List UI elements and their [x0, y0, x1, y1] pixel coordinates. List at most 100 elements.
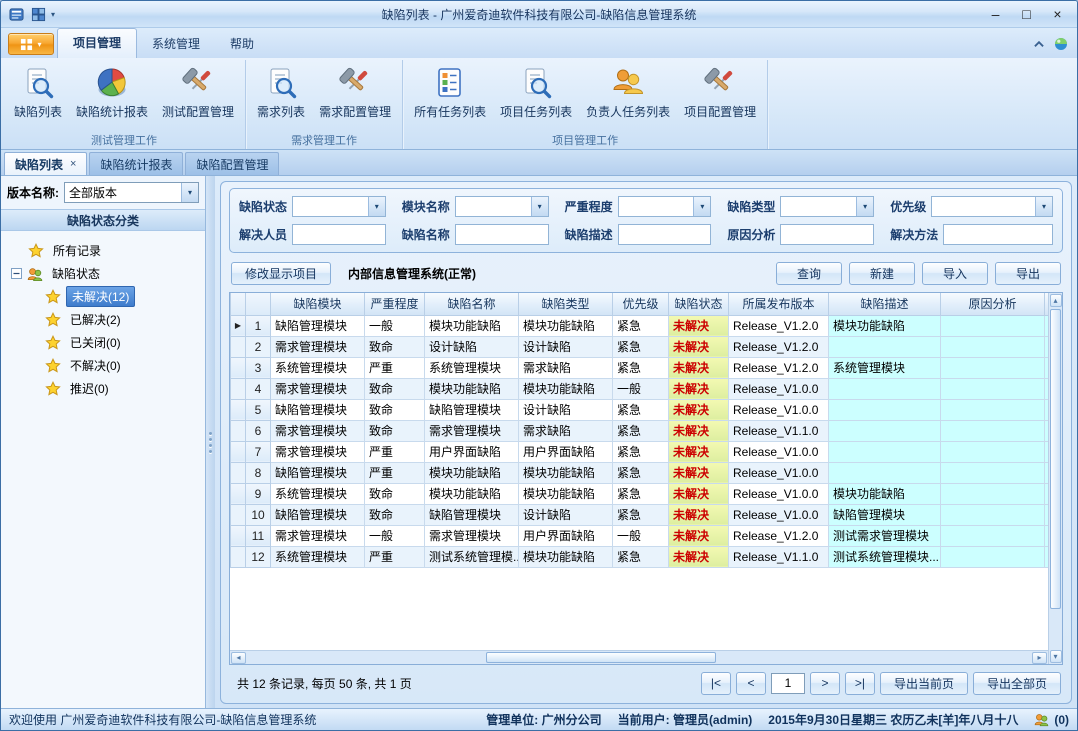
table-row[interactable]: 2需求管理模块致命设计缺陷设计缺陷紧急未解决Release_V1.2.0 [231, 336, 1049, 357]
column-header-5[interactable]: 缺陷状态 [669, 293, 729, 315]
last-page-button[interactable]: >| [845, 672, 875, 695]
cell-col6: Release_V1.2.0 [729, 357, 829, 378]
chevron-down-icon[interactable]: ▾ [856, 197, 873, 216]
table-row[interactable]: 4需求管理模块致命模块功能缺陷模块功能缺陷一般未解决Release_V1.0.0 [231, 378, 1049, 399]
table-row[interactable]: ▶1缺陷管理模块一般模块功能缺陷模块功能缺陷紧急未解决Release_V1.2.… [231, 315, 1049, 336]
table-row[interactable]: 11需求管理模块一般需求管理模块用户界面缺陷一般未解决Release_V1.2.… [231, 525, 1049, 546]
ribbon-button-2-1[interactable]: 项目任务列表 [493, 61, 579, 122]
export-all-pages-button[interactable]: 导出全部页 [973, 672, 1061, 695]
scroll-right-icon[interactable]: ▸ [1032, 652, 1047, 664]
tree-item-2[interactable]: 未解决(12) [3, 285, 203, 308]
table-row[interactable]: 6需求管理模块致命需求管理模块需求缺陷紧急未解决Release_V1.1.0 [231, 420, 1049, 441]
document-tab-1[interactable]: 缺陷统计报表 [89, 152, 183, 175]
column-header-4[interactable]: 优先级 [613, 293, 669, 315]
vertical-scroll-thumb[interactable] [1050, 309, 1061, 609]
next-page-button[interactable]: > [810, 672, 840, 695]
app-icon[interactable] [7, 5, 25, 23]
maximize-button[interactable]: □ [1011, 4, 1042, 25]
prev-page-button[interactable]: < [736, 672, 766, 695]
table-row[interactable]: 12系统管理模块严重测试系统管理模...模块功能缺陷紧急未解决Release_V… [231, 546, 1049, 567]
quick-access-dropdown-icon[interactable]: ▾ [51, 10, 55, 19]
ribbon-button-2-3[interactable]: 项目配置管理 [677, 61, 763, 122]
ribbon-button-0-1[interactable]: 缺陷统计报表 [69, 61, 155, 122]
chevron-down-icon[interactable]: ▾ [368, 197, 385, 216]
scroll-down-icon[interactable]: ▾ [1050, 650, 1062, 663]
tree-item-5[interactable]: 不解决(0) [3, 354, 203, 377]
filter-combobox-0[interactable]: ▾ [292, 196, 386, 217]
current-row-indicator-icon: ▶ [231, 315, 246, 336]
filter-combobox-4[interactable]: ▾ [931, 196, 1053, 217]
column-header-7[interactable]: 缺陷描述 [829, 293, 941, 315]
column-header-6[interactable]: 所属发布版本 [729, 293, 829, 315]
scroll-left-icon[interactable]: ◂ [231, 652, 246, 664]
collapse-ribbon-icon[interactable] [1031, 36, 1047, 52]
table-row[interactable]: 8缺陷管理模块严重模块功能缺陷模块功能缺陷紧急未解决Release_V1.0.0 [231, 462, 1049, 483]
tree-item-6[interactable]: 推迟(0) [3, 377, 203, 400]
chevron-down-icon[interactable]: ▾ [1035, 197, 1052, 216]
ribbon-button-0-2[interactable]: 测试配置管理 [155, 61, 241, 122]
cell-col8 [941, 504, 1045, 525]
chevron-down-icon[interactable]: ▾ [531, 197, 548, 216]
document-tab-0[interactable]: 缺陷列表× [4, 152, 87, 175]
ribbon-button-1-0[interactable]: 需求列表 [250, 61, 312, 122]
export-button[interactable]: 导出 [995, 262, 1061, 285]
splitter[interactable] [206, 176, 215, 708]
table-row[interactable]: 9系统管理模块致命模块功能缺陷模块功能缺陷紧急未解决Release_V1.0.0… [231, 483, 1049, 504]
scroll-up-icon[interactable]: ▴ [1050, 294, 1062, 307]
import-button[interactable]: 导入 [922, 262, 988, 285]
column-header-2[interactable]: 缺陷名称 [425, 293, 519, 315]
ribbon-button-2-2[interactable]: 负责人任务列表 [579, 61, 677, 122]
ribbon-button-0-0[interactable]: 缺陷列表 [7, 61, 69, 122]
vertical-scrollbar[interactable]: ▴ ▾ [1048, 293, 1062, 664]
app-menu-caret-icon: ▾ [37, 40, 41, 49]
application-menu-button[interactable]: ▾ [8, 33, 54, 55]
filter-input-2[interactable] [618, 224, 712, 245]
new-button[interactable]: 新建 [849, 262, 915, 285]
ribbon-tab-2[interactable]: 帮助 [215, 30, 269, 58]
quick-access-toolbar: ▾ [1, 5, 55, 23]
filter-input-1[interactable] [455, 224, 549, 245]
about-icon[interactable] [1053, 36, 1069, 52]
column-header-3[interactable]: 缺陷类型 [519, 293, 613, 315]
column-header-0[interactable]: 缺陷模块 [271, 293, 365, 315]
filter-combobox-2[interactable]: ▾ [618, 196, 712, 217]
page-number-input[interactable] [771, 673, 805, 694]
filter-combobox-3[interactable]: ▾ [780, 196, 874, 217]
chevron-down-icon[interactable]: ▾ [181, 183, 198, 202]
close-button[interactable]: × [1042, 4, 1073, 25]
document-tab-2[interactable]: 缺陷配置管理 [185, 152, 279, 175]
close-tab-icon[interactable]: × [70, 158, 76, 170]
table-row[interactable]: 10缺陷管理模块致命缺陷管理模块设计缺陷紧急未解决Release_V1.0.0缺… [231, 504, 1049, 525]
window-grid-icon[interactable] [29, 5, 47, 23]
filter-input-0[interactable] [292, 224, 386, 245]
filter-input-4[interactable] [943, 224, 1053, 245]
minimize-button[interactable]: – [980, 4, 1011, 25]
tree-item-4[interactable]: 已关闭(0) [3, 331, 203, 354]
ribbon-tab-0[interactable]: 项目管理 [57, 28, 137, 58]
first-page-button[interactable]: |< [701, 672, 731, 695]
filter-combobox-1[interactable]: ▾ [455, 196, 549, 217]
column-header-8[interactable]: 原因分析 [941, 293, 1045, 315]
horizontal-scrollbar[interactable]: ◂ ▸ [230, 650, 1048, 664]
version-combobox[interactable]: 全部版本 ▾ [64, 182, 199, 203]
ribbon-button-2-0[interactable]: 所有任务列表 [407, 61, 493, 122]
ribbon-button-1-1[interactable]: 需求配置管理 [312, 61, 398, 122]
tree-item-3[interactable]: 已解决(2) [3, 308, 203, 331]
column-header-1[interactable]: 严重程度 [365, 293, 425, 315]
export-current-page-button[interactable]: 导出当前页 [880, 672, 968, 695]
table-row[interactable]: 7需求管理模块严重用户界面缺陷用户界面缺陷紧急未解决Release_V1.0.0 [231, 441, 1049, 462]
cell-col2: 模块功能缺陷 [425, 462, 519, 483]
horizontal-scroll-thumb[interactable] [486, 652, 716, 663]
modify-columns-button[interactable]: 修改显示项目 [231, 262, 331, 285]
table-row[interactable]: 3系统管理模块严重系统管理模块需求缺陷紧急未解决Release_V1.2.0系统… [231, 357, 1049, 378]
expander-minus-icon[interactable] [11, 268, 22, 279]
table-row[interactable]: 5缺陷管理模块致命缺陷管理模块设计缺陷紧急未解决Release_V1.0.0 [231, 399, 1049, 420]
row-number-cell: 2 [246, 336, 271, 357]
tree-item-1[interactable]: 缺陷状态 [3, 262, 203, 285]
ribbon-tab-1[interactable]: 系统管理 [137, 30, 215, 58]
filter-label: 严重程度 [565, 198, 613, 215]
tree-item-0[interactable]: 所有记录 [3, 239, 203, 262]
query-button[interactable]: 查询 [776, 262, 842, 285]
chevron-down-icon[interactable]: ▾ [693, 197, 710, 216]
filter-input-3[interactable] [780, 224, 874, 245]
